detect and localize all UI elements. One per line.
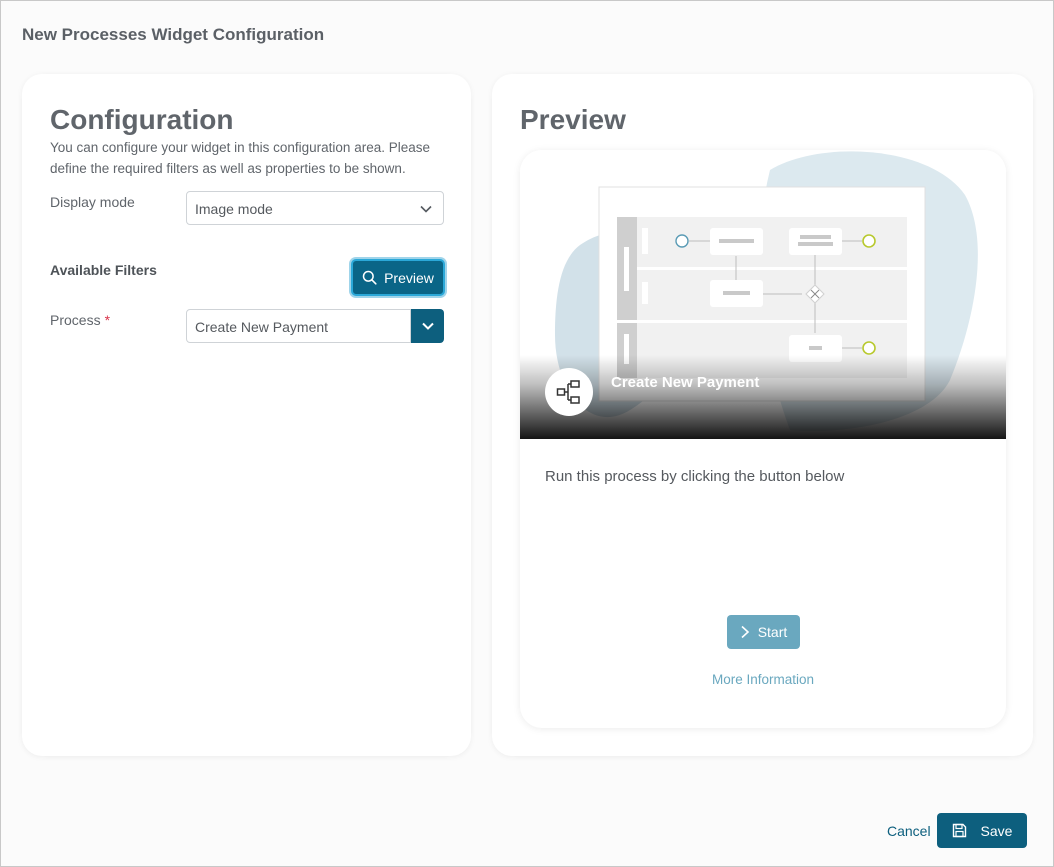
process-card-image: Create New Payment (520, 150, 1006, 439)
save-button[interactable]: Save (937, 813, 1027, 848)
preview-panel: Preview Create New Payment Run this proc… (492, 74, 1033, 756)
card-description: Run this process by clicking the button … (545, 468, 845, 485)
process-label: Process * (50, 312, 110, 328)
configuration-description: You can configure your widget in this co… (50, 140, 430, 176)
save-button-label: Save (980, 822, 1013, 839)
dialog-title: New Processes Widget Configuration (22, 25, 325, 44)
preview-button[interactable]: Preview (351, 259, 445, 296)
preview-title: Preview (520, 104, 626, 135)
floppy-disk-icon (952, 823, 966, 838)
chevron-right-icon (741, 625, 749, 639)
chevron-down-icon (421, 322, 434, 330)
process-diagram-illustration (520, 150, 1006, 439)
required-marker: * (104, 312, 111, 328)
display-mode-select[interactable]: Image mode (186, 191, 444, 225)
process-label-text: Process (50, 312, 101, 328)
chevron-down-icon (420, 205, 432, 213)
more-information-link[interactable]: More Information (520, 672, 1006, 687)
process-select[interactable]: Create New Payment (186, 309, 411, 343)
card-process-title: Create New Payment (611, 374, 760, 391)
process-dropdown-button[interactable] (411, 309, 444, 343)
start-button[interactable]: Start (727, 615, 800, 649)
process-card: Create New Payment Run this process by c… (520, 150, 1006, 728)
preview-button-label: Preview (384, 269, 434, 286)
process-flow-icon (556, 380, 580, 404)
configuration-panel: Configuration You can configure your wid… (22, 74, 471, 756)
start-button-label: Start (757, 624, 788, 640)
cancel-button[interactable]: Cancel (887, 823, 931, 839)
display-mode-label: Display mode (50, 194, 135, 210)
configuration-title: Configuration (50, 104, 234, 135)
available-filters-title: Available Filters (50, 262, 157, 278)
widget-config-dialog: New Processes Widget Configuration Confi… (0, 0, 1054, 867)
display-mode-value: Image mode (195, 201, 273, 217)
process-icon-badge (545, 368, 593, 416)
search-icon (362, 270, 377, 285)
process-value: Create New Payment (195, 319, 329, 335)
